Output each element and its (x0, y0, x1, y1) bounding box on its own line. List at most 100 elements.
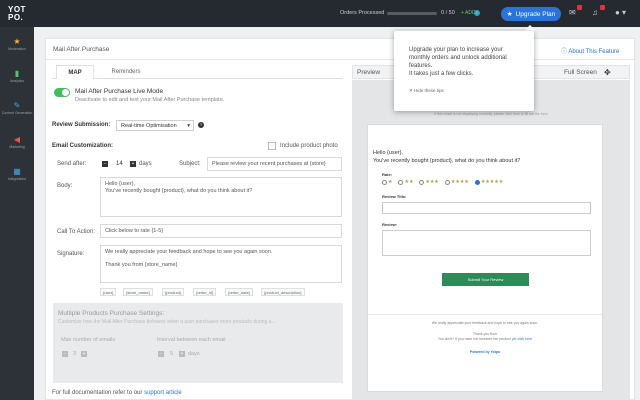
star-icon: ★ (506, 11, 513, 18)
orders-processed-label: Orders Processed (340, 10, 385, 16)
sidebar-item-analytics[interactable]: ▮ Analytics (0, 69, 34, 83)
megaphone-icon[interactable]: ✉ (569, 5, 582, 18)
decrease-interval-button[interactable]: − (158, 351, 164, 357)
decrease-days-button[interactable]: − (102, 161, 108, 167)
review-label: Review: (382, 222, 398, 227)
rate-label: Rate: (382, 172, 393, 177)
signature-textarea[interactable]: We really appreciate your feedback and h… (100, 245, 342, 283)
tab-bar: MAP Reminders (52, 65, 343, 79)
preview-label: Preview (357, 69, 381, 76)
sidebar-item-integrations[interactable]: ▦ Integrations (0, 167, 34, 181)
interval-value: 5 (170, 351, 174, 357)
rating-option-3[interactable]: ★★★ (419, 179, 439, 185)
review-submission-select[interactable]: Real-time Optimisation ▾ (116, 120, 194, 131)
tag-product-description[interactable]: {product_description} (261, 288, 305, 296)
sidebar-item-label: Analytics (9, 79, 24, 83)
rating-option-4[interactable]: ★★★★ (444, 179, 469, 185)
chevron-down-icon: ▾ (187, 123, 190, 129)
info-icon[interactable]: i (474, 10, 480, 16)
user-menu-icon[interactable]: ● ▾ (615, 8, 631, 18)
upgrade-plan-label: Upgrade Plan (515, 10, 556, 18)
yotpo-logo[interactable]: YOT PO. (0, 0, 34, 27)
live-mode-toggle[interactable] (54, 88, 70, 97)
stars: ★★★★ (450, 179, 469, 185)
rating-options: ★ ★★ ★★★ ★★★★ ★★★★★ (382, 179, 503, 185)
powered-by-yotpo[interactable]: Powered by Yotpo (368, 350, 602, 354)
send-after-unit: days (139, 161, 152, 167)
email-footer-line2: Thank you from (472, 332, 498, 336)
star-icon: ★ (13, 37, 21, 46)
page-title: Mail After Purchase (53, 46, 110, 53)
stars: ★★★★★ (480, 179, 504, 185)
rating-option-2[interactable]: ★★ (398, 179, 413, 185)
chat-icon: ✎ (13, 101, 21, 110)
doc-text: For full documentation refer to our (52, 390, 143, 396)
include-photo-checkbox[interactable] (268, 142, 276, 150)
submit-review-button[interactable]: Submit Your Review (442, 273, 529, 286)
orders-count: 0 / 50 (441, 10, 455, 16)
upgrade-tip-popup: Upgrade your plan to increase your month… (394, 31, 534, 111)
hide-tips-link[interactable]: ✕ Hide these tips (409, 88, 444, 94)
subject-label: Subject: (179, 161, 201, 167)
popup-text: Upgrade your plan to increase your month… (409, 46, 524, 78)
sidebar-item-moderation[interactable]: ★ Moderation (0, 37, 34, 51)
sidebar-item-label: Integrations (7, 177, 27, 181)
tag-order-id[interactable]: {order_id} (193, 288, 217, 296)
about-feature-link[interactable]: ⓘ About This Feature (561, 46, 619, 55)
footer-click-here-link[interactable]: click here (517, 337, 532, 341)
full-screen-button[interactable]: Full Screen (564, 69, 597, 76)
sidebar-item-content[interactable]: ✎ Content Generation (0, 101, 34, 115)
rating-option-1[interactable]: ★ (382, 179, 392, 185)
body-textarea[interactable]: Hello {user}, You've recently bought {pr… (100, 177, 342, 217)
radio (382, 179, 387, 185)
support-article-link[interactable]: support article (144, 390, 182, 396)
tag-store-name[interactable]: {store_name} (123, 288, 153, 296)
tag-product[interactable]: {product} (162, 288, 185, 296)
review-submission-value: Real-time Optimisation (121, 123, 177, 129)
preview-top-note: If this email is not displaying correctl… (434, 112, 548, 116)
signature-line2: Thank you from {store_name} (105, 262, 178, 268)
main-panel: Mail After Purchase ⓘ About This Feature… (45, 38, 635, 400)
radio (398, 179, 404, 185)
upgrade-plan-button[interactable]: ★ Upgrade Plan (501, 7, 561, 21)
subject-value: Please review your recent purchases at {… (212, 161, 326, 167)
decrease-emails-button[interactable]: − (62, 351, 68, 357)
send-after-value[interactable]: 14 (116, 161, 123, 167)
increase-emails-button[interactable]: + (81, 351, 87, 357)
subject-input[interactable]: Please review your recent purchases at {… (207, 157, 342, 171)
interval-label: Interval between each email (157, 337, 226, 343)
sidebar-item-label: Content Generation (1, 111, 33, 115)
hide-tips-label: Hide these tips (414, 88, 444, 93)
help-icon[interactable]: ? (198, 122, 204, 128)
about-feature-label: About This Feature (568, 49, 620, 55)
review-textarea[interactable] (382, 230, 591, 256)
review-title-label: Review Title: (382, 194, 407, 199)
sidebar-item-label: Moderation (8, 47, 26, 51)
multiple-products-settings: Multiple Products Purchase Settings: Cus… (53, 303, 343, 383)
toggle-knob (62, 89, 69, 96)
signature-label: Signature: (57, 251, 85, 257)
grid-icon: ▦ (13, 167, 21, 176)
bell-icon[interactable]: ♫ (592, 5, 605, 18)
body-line1: Hello {user}, (105, 181, 135, 187)
tab-reminders[interactable]: Reminders (102, 65, 150, 79)
tag-order-date[interactable]: {order_date} (225, 288, 254, 296)
increase-days-button[interactable]: + (130, 161, 136, 167)
max-emails-label: Max number of emails (61, 337, 116, 343)
notification-badge (577, 5, 582, 10)
review-title-input[interactable] (382, 202, 591, 214)
live-mode-title: Mail After Purchase Live Mode (75, 88, 164, 95)
cta-input[interactable]: Click below to rate {1-5} (100, 224, 342, 238)
tag-user[interactable]: {user} (100, 288, 117, 296)
radio (419, 179, 425, 185)
tab-map[interactable]: MAP (56, 65, 94, 79)
popup-text-line1: Upgrade your plan to increase your month… (409, 47, 507, 69)
increase-interval-button[interactable]: + (179, 351, 185, 357)
rating-option-5[interactable]: ★★★★★ (474, 179, 504, 185)
sidebar-item-marketing[interactable]: ◀ Marketing (0, 135, 34, 149)
expand-icon[interactable]: ✥ (604, 68, 611, 77)
include-photo-label: Include product photo (280, 143, 338, 149)
megaphone-icon: ◀ (13, 135, 21, 144)
email-footer-line3: You don't? If you have not received the … (368, 337, 602, 341)
email-customization-label: Email Customization: (52, 143, 114, 149)
